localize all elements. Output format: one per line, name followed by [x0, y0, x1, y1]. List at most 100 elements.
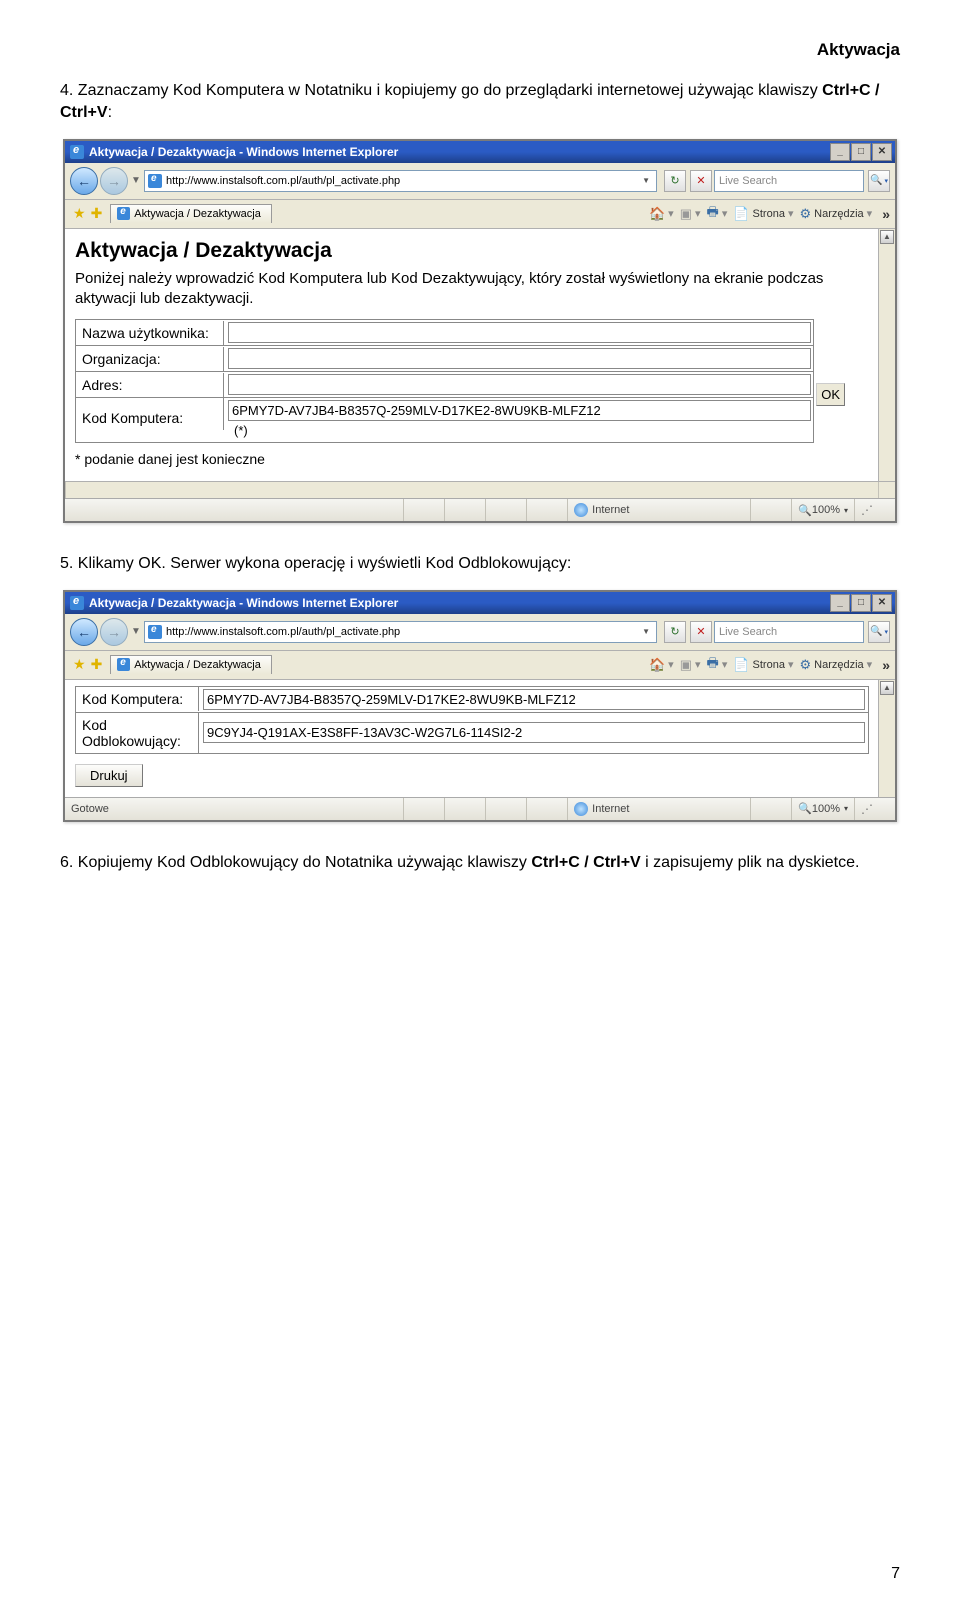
printer-icon: 🖶	[707, 203, 719, 225]
close-button[interactable]: ✕	[872, 594, 892, 612]
label-organization: Organizacja:	[76, 347, 224, 371]
scroll-up-icon[interactable]: ▲	[880, 230, 894, 244]
forward-button[interactable]: →	[100, 167, 128, 195]
more-icon[interactable]: »	[882, 206, 890, 222]
search-go-button[interactable]: 🔍▾	[868, 170, 890, 192]
step-6-text: 6. Kopiujemy Kod Odblokowujący do Notatn…	[60, 852, 900, 874]
back-button[interactable]: ←	[70, 618, 98, 646]
add-favorite-icon[interactable]: ✚	[91, 656, 103, 673]
maximize-button[interactable]: □	[851, 594, 871, 612]
value-computer-code[interactable]: 6PMY7D-AV7JB4-B8357Q-259MLV-D17KE2-8WU9K…	[203, 689, 865, 710]
address-dropdown-icon[interactable]: ▼	[639, 627, 653, 636]
step-5-text: 5. Klikamy OK. Serwer wykona operację i …	[60, 553, 900, 575]
ok-button[interactable]: OK	[816, 383, 845, 406]
print-button[interactable]: Drukuj	[75, 764, 143, 787]
feeds-button[interactable]: ▣▾	[680, 206, 701, 222]
label-username: Nazwa użytkownika:	[76, 321, 224, 345]
close-button[interactable]: ✕	[872, 143, 892, 161]
zone-label: Internet	[592, 504, 629, 516]
input-username[interactable]	[228, 322, 811, 343]
asterisk-note: (*)	[228, 421, 809, 440]
refresh-button[interactable]: ↻	[664, 621, 686, 643]
tools-icon: ⚙	[799, 206, 811, 222]
input-organization[interactable]	[228, 348, 811, 369]
page-menu-icon: 📄	[733, 206, 749, 222]
minimize-button[interactable]: _	[830, 594, 850, 612]
nav-dropdown-icon[interactable]: ▼	[130, 619, 142, 645]
address-dropdown-icon[interactable]: ▼	[639, 176, 653, 185]
vertical-scrollbar[interactable]: ▲	[878, 229, 895, 482]
browser-window-2: Aktywacja / Dezaktywacja - Windows Inter…	[63, 590, 897, 822]
step-6-bold: Ctrl+C / Ctrl+V	[531, 854, 640, 871]
input-computer-code[interactable]	[228, 400, 811, 421]
tabbar: ★ ✚ Aktywacja / Dezaktywacja 🏠▾ ▣▾ 🖶▾ 📄S…	[65, 200, 895, 229]
forward-button[interactable]: →	[100, 618, 128, 646]
zoom-control[interactable]: 🔍 100% ▾	[791, 798, 854, 820]
resize-grip[interactable]: ⋰	[854, 798, 895, 820]
stop-button[interactable]: ✕	[690, 170, 712, 192]
search-box[interactable]: Live Search	[714, 621, 864, 643]
page-number: 7	[891, 1565, 900, 1583]
refresh-button[interactable]: ↻	[664, 170, 686, 192]
resize-grip[interactable]: ⋰	[854, 499, 895, 521]
add-favorite-icon[interactable]: ✚	[91, 205, 103, 222]
zoom-control[interactable]: 🔍 100% ▾	[791, 499, 854, 521]
home-button[interactable]: 🏠▾	[649, 657, 674, 673]
header-title: Aktywacja	[60, 40, 900, 60]
label-computer-code: Kod Komputera:	[76, 687, 199, 711]
titlebar: Aktywacja / Dezaktywacja - Windows Inter…	[65, 141, 895, 163]
home-button[interactable]: 🏠▾	[649, 206, 674, 222]
home-icon: 🏠	[649, 206, 665, 222]
horizontal-scrollbar[interactable]	[65, 481, 895, 498]
step-5-body: Klikamy OK. Serwer wykona operację i wyś…	[73, 555, 571, 572]
print-menu-button[interactable]: 🖶▾	[707, 203, 728, 225]
label-unlock-code: Kod Odblokowujący:	[76, 713, 199, 753]
vertical-scrollbar[interactable]: ▲	[878, 680, 895, 797]
more-icon[interactable]: »	[882, 657, 890, 673]
favorites-icon[interactable]: ★	[73, 656, 86, 673]
page-menu-button[interactable]: 📄Strona▾	[733, 657, 793, 673]
page-heading: Aktywacja / Dezaktywacja	[75, 239, 869, 263]
search-go-button[interactable]: 🔍▾	[868, 621, 890, 643]
label-computer-code: Kod Komputera:	[76, 398, 224, 430]
page-menu-button[interactable]: 📄Strona▾	[733, 206, 793, 222]
step-4-num: 4.	[60, 82, 73, 99]
input-address[interactable]	[228, 374, 811, 395]
rss-icon: ▣	[680, 657, 692, 673]
zoom-value: 100%	[812, 803, 840, 815]
stop-button[interactable]: ✕	[690, 621, 712, 643]
tab-label: Aktywacja / Dezaktywacja	[134, 208, 261, 220]
search-box[interactable]: Live Search	[714, 170, 864, 192]
browser-window-1: Aktywacja / Dezaktywacja - Windows Inter…	[63, 139, 897, 524]
step-4-text: 4. Zaznaczamy Kod Komputera w Notatniku …	[60, 80, 900, 125]
step-6-b: i zapisujemy plik na dyskietce.	[641, 854, 860, 871]
browser-tab[interactable]: Aktywacja / Dezaktywacja	[110, 204, 272, 223]
tabbar: ★ ✚ Aktywacja / Dezaktywacja 🏠▾ ▣▾ 🖶▾ 📄S…	[65, 651, 895, 680]
scroll-up-icon[interactable]: ▲	[880, 681, 894, 695]
step-5-num: 5.	[60, 555, 73, 572]
tools-menu-button[interactable]: ⚙Narzędzia▾	[799, 657, 872, 673]
printer-icon: 🖶	[707, 654, 719, 676]
tools-menu-button[interactable]: ⚙Narzędzia▾	[799, 206, 872, 222]
tools-icon: ⚙	[799, 657, 811, 673]
back-button[interactable]: ←	[70, 167, 98, 195]
minimize-button[interactable]: _	[830, 143, 850, 161]
value-unlock-code[interactable]: 9C9YJ4-Q191AX-E3S8FF-13AV3C-W2G7L6-114SI…	[203, 722, 865, 743]
feeds-button[interactable]: ▣▾	[680, 657, 701, 673]
favorites-icon[interactable]: ★	[73, 205, 86, 222]
page-content: ▲ Kod Komputera: 6PMY7D-AV7JB4-B8357Q-25…	[65, 680, 895, 797]
tab-page-icon	[117, 658, 130, 671]
nav-dropdown-icon[interactable]: ▼	[130, 168, 142, 194]
url-text: http://www.instalsoft.com.pl/auth/pl_act…	[166, 175, 639, 187]
print-menu-button[interactable]: 🖶▾	[707, 654, 728, 676]
address-bar[interactable]: http://www.instalsoft.com.pl/auth/pl_act…	[144, 621, 657, 643]
page-icon	[148, 174, 162, 188]
zone-label: Internet	[592, 803, 629, 815]
step-4-b: :	[108, 104, 112, 121]
status-bar: Gotowe Internet 🔍 100% ▾ ⋰	[65, 797, 895, 820]
maximize-button[interactable]: □	[851, 143, 871, 161]
browser-tab[interactable]: Aktywacja / Dezaktywacja	[110, 655, 272, 674]
navbar: ← → ▼ http://www.instalsoft.com.pl/auth/…	[65, 614, 895, 651]
page-description: Poniżej należy wprowadzić Kod Komputera …	[75, 269, 869, 310]
address-bar[interactable]: http://www.instalsoft.com.pl/auth/pl_act…	[144, 170, 657, 192]
